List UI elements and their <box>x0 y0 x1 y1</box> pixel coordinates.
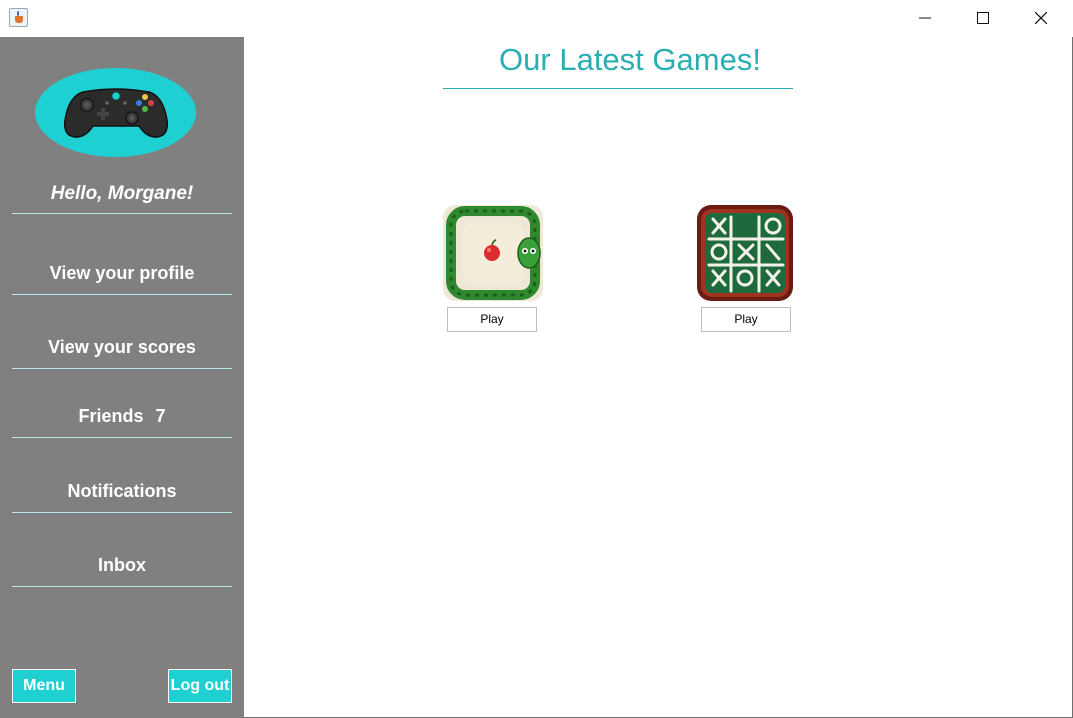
nav-view-profile[interactable]: View your profile <box>12 259 232 295</box>
nav-inbox[interactable]: Inbox <box>12 551 232 587</box>
tic-tac-toe-icon <box>697 205 793 301</box>
nav-view-scores-label: View your scores <box>48 337 196 357</box>
maximize-icon <box>977 12 989 24</box>
page-title: Our Latest Games! <box>443 38 793 89</box>
java-app-icon <box>9 8 28 27</box>
close-button[interactable] <box>1012 0 1070 36</box>
nav-friends-label: Friends <box>78 406 144 426</box>
tic-tac-toe-thumbnail[interactable] <box>697 205 797 301</box>
title-bar <box>0 0 1073 37</box>
nav-view-scores[interactable]: View your scores <box>12 333 232 369</box>
gamepad-icon <box>63 88 169 138</box>
minimize-icon <box>919 17 931 19</box>
app-logo <box>35 68 196 157</box>
close-icon <box>1035 12 1047 24</box>
play-tic-tac-toe-button[interactable]: Play <box>701 307 791 332</box>
play-snake-button[interactable]: Play <box>447 307 537 332</box>
app-window: Hello, Morgane! View your profile View y… <box>0 0 1073 718</box>
snake-game-icon <box>443 205 543 301</box>
nav-notifications[interactable]: Notifications <box>12 477 232 513</box>
logout-button[interactable]: Log out <box>168 669 232 703</box>
nav-friends[interactable]: Friends 7 <box>12 402 232 438</box>
nav-inbox-label: Inbox <box>98 555 146 575</box>
nav-view-profile-label: View your profile <box>49 263 195 283</box>
sidebar: Hello, Morgane! View your profile View y… <box>0 37 244 718</box>
snake-game-thumbnail[interactable] <box>443 205 543 301</box>
maximize-button[interactable] <box>954 0 1012 36</box>
greeting-label: Hello, Morgane! <box>12 180 232 214</box>
minimize-button[interactable] <box>896 0 954 36</box>
friends-count-badge: 7 <box>155 406 166 426</box>
nav-notifications-label: Notifications <box>67 481 177 501</box>
menu-button[interactable]: Menu <box>12 669 76 703</box>
